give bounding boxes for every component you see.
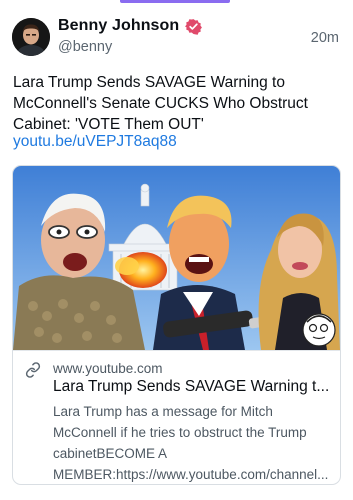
link-icon xyxy=(25,362,41,378)
post-timestamp: 20m xyxy=(310,30,339,46)
link-preview-body[interactable]: www.youtube.com Lara Trump Sends SAVAGE … xyxy=(13,350,340,484)
author-handle[interactable]: @benny xyxy=(58,39,112,55)
link-preview-description-line: Lara Trump has a message for Mitch xyxy=(53,404,273,419)
link-preview-description-line: McConnell if he tries to obstruct the Tr… xyxy=(53,425,307,440)
verified-badge-icon xyxy=(185,18,203,35)
avatar[interactable] xyxy=(12,18,50,56)
author-display-name[interactable]: Benny Johnson xyxy=(58,17,179,35)
link-preview-card[interactable]: www.youtube.com Lara Trump Sends SAVAGE … xyxy=(12,165,341,485)
link-preview-title[interactable]: Lara Trump Sends SAVAGE Warning t... xyxy=(53,378,331,396)
link-preview-description-line: MEMBER:https://www.youtube.com/channel..… xyxy=(53,467,329,482)
link-preview-thumbnail xyxy=(13,166,340,350)
author-name-row[interactable]: Benny Johnson xyxy=(58,17,203,35)
link-preview-description: Lara Trump has a message for Mitch McCon… xyxy=(53,401,331,484)
post[interactable]: Benny Johnson @benny 20m Lara Trump Send… xyxy=(0,0,353,500)
link-preview-domain: www.youtube.com xyxy=(53,361,163,376)
link-preview-description-line: cabinetBECOME A xyxy=(53,446,168,461)
post-text: Lara Trump Sends SAVAGE Warning to McCon… xyxy=(13,74,308,133)
post-link[interactable]: youtu.be/uVEPJT8aq88 xyxy=(13,133,177,151)
